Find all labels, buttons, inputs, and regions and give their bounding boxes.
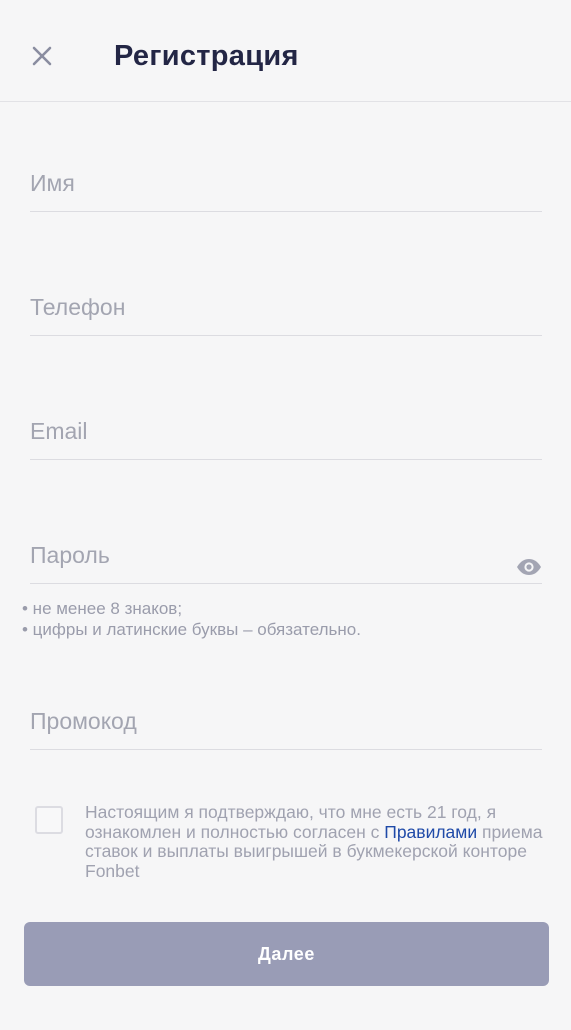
header-bar: Регистрация	[0, 0, 571, 102]
email-field-container	[30, 400, 542, 460]
email-input[interactable]	[30, 418, 542, 445]
consent-text: Настоящим я подтверждаю, что мне есть 21…	[85, 802, 550, 881]
phone-input[interactable]	[30, 294, 542, 321]
phone-field-container	[30, 276, 542, 336]
promo-field-container	[30, 690, 542, 750]
rules-link[interactable]: Правилами	[384, 822, 477, 842]
name-field-container	[30, 152, 542, 212]
password-hint-length: • не менее 8 знаков;	[22, 599, 183, 618]
password-hint-chars: • цифры и латинские буквы – обязательно.	[22, 620, 361, 639]
close-icon	[32, 46, 52, 66]
password-input[interactable]	[30, 542, 500, 569]
consent-checkbox[interactable]	[35, 806, 63, 834]
password-hints: • не менее 8 знаков; • цифры и латинские…	[22, 598, 361, 640]
promo-input[interactable]	[30, 708, 542, 735]
page-title: Регистрация	[114, 40, 299, 72]
close-button[interactable]	[26, 40, 58, 72]
password-field-container	[30, 524, 542, 584]
eye-icon[interactable]	[516, 558, 542, 576]
name-input[interactable]	[30, 170, 542, 197]
next-button[interactable]: Далее	[24, 922, 549, 986]
